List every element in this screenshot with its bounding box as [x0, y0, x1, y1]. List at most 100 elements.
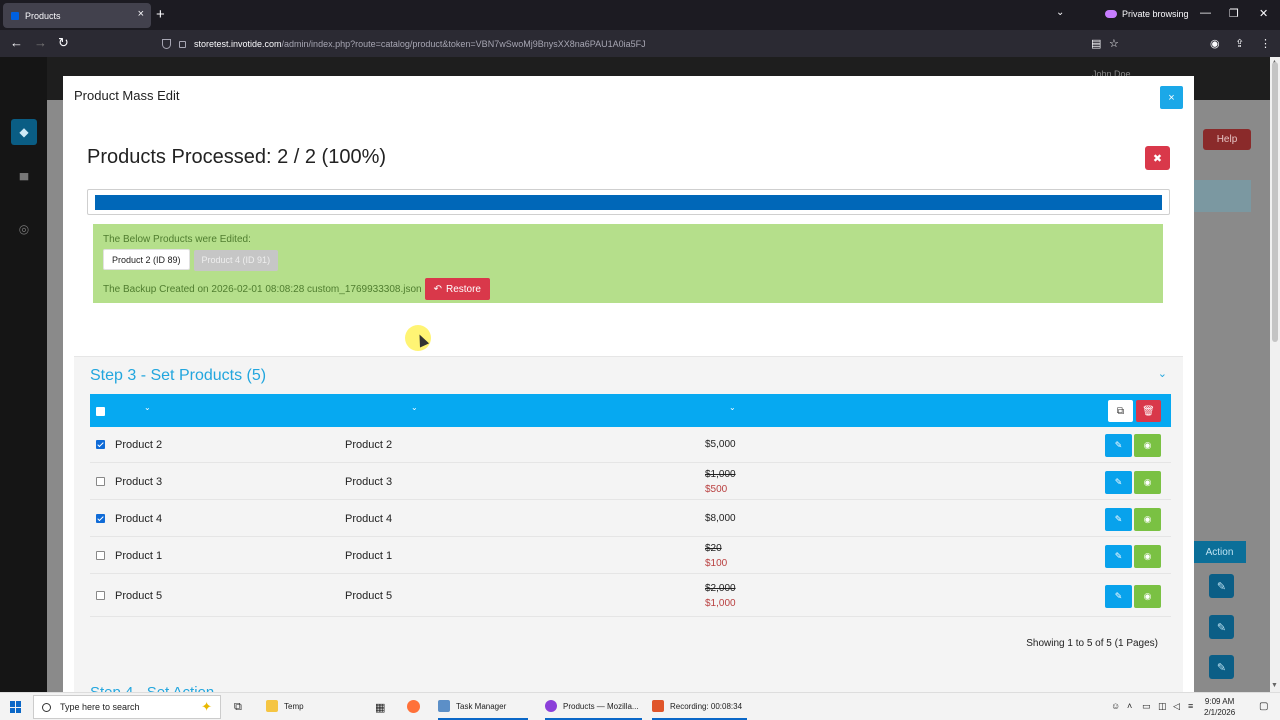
admin-sidebar: ◆ ▀ ◎: [0, 57, 47, 692]
copy-button[interactable]: ⧉: [1108, 400, 1133, 422]
product-name: Product 2: [115, 438, 163, 451]
bookmark-star-icon[interactable]: ☆: [1109, 37, 1119, 50]
eye-icon: ◉: [1143, 550, 1152, 561]
view-button[interactable]: ◉: [1134, 507, 1161, 531]
scroll-down-icon[interactable]: ▼: [1271, 682, 1278, 689]
bg-edit-icon[interactable]: ✎: [1209, 615, 1234, 639]
row-checkbox[interactable]: [96, 439, 105, 449]
edit-button[interactable]: ✎: [1105, 470, 1132, 494]
pencil-icon: ✎: [1114, 513, 1123, 524]
restore-window-button[interactable]: ❐: [1229, 7, 1239, 20]
taskbar-clock[interactable]: 9:09 AM 2/1/2026: [1204, 696, 1235, 718]
taskbar-task-manager[interactable]: Task Manager: [438, 700, 506, 712]
customers-handshake-icon[interactable]: ◎: [11, 216, 37, 242]
network-icon[interactable]: ◫: [1158, 701, 1167, 712]
restore-button[interactable]: ↶ Restore: [424, 278, 490, 300]
bg-edit-icon[interactable]: ✎: [1209, 655, 1234, 679]
sort-model-chevron-icon[interactable]: ⌄: [411, 403, 418, 412]
person-tray-icon[interactable]: ☺: [1111, 701, 1120, 711]
product-model: Product 1: [345, 549, 393, 562]
edit-button[interactable]: ✎: [1105, 584, 1132, 608]
view-button[interactable]: ◉: [1134, 544, 1161, 568]
view-button[interactable]: ◉: [1134, 470, 1161, 494]
clock-date: 2/1/2026: [1204, 708, 1236, 717]
row-checkbox[interactable]: [96, 476, 105, 486]
taskbar-folder-temp[interactable]: Temp: [266, 700, 304, 712]
modal-title: Product Mass Edit: [74, 88, 180, 103]
table-row: Product 5 Product 5 $2,000 $1,000 ✎ ◉: [90, 574, 1171, 617]
edit-button[interactable]: ✎: [1105, 433, 1132, 457]
product-model: Product 5: [345, 589, 393, 602]
cancel-process-button[interactable]: ✖: [1145, 146, 1170, 170]
taskbar-recording[interactable]: Recording: 00:08:34: [652, 700, 742, 712]
copy-icon: ⧉: [1116, 405, 1125, 417]
eye-icon: ◉: [1143, 476, 1152, 487]
restore-label: Restore: [445, 283, 481, 295]
catalog-tag-icon[interactable]: ◆: [11, 119, 37, 145]
step3-title[interactable]: Step 3 - Set Products (5): [90, 367, 266, 385]
modal-header: Product Mass Edit ×: [63, 76, 1194, 116]
extensions-icon[interactable]: ⇪: [1235, 37, 1244, 50]
windows-start-icon[interactable]: [10, 701, 22, 713]
chevron-up-icon[interactable]: ˄: [1127, 701, 1132, 711]
tab-list-chevron-icon[interactable]: ⌄: [1056, 7, 1064, 18]
step4-title[interactable]: Step 4 - Set Action: [90, 684, 214, 692]
tab-products[interactable]: Products ×: [3, 3, 151, 28]
taskbar-search[interactable]: Type here to search ✦: [33, 695, 221, 719]
scroll-thumb[interactable]: [1272, 62, 1278, 342]
sort-price-chevron-icon[interactable]: ⌄: [729, 403, 736, 412]
row-checkbox[interactable]: [96, 513, 105, 523]
close-window-button[interactable]: ✕: [1259, 7, 1268, 20]
task-view-icon[interactable]: ⧉: [234, 701, 242, 714]
collapse-chevron-icon[interactable]: ⌄: [1158, 367, 1167, 380]
backup-text: The Backup Created on 2026-02-01 08:08:2…: [103, 283, 422, 295]
product-model: Product 4: [345, 512, 393, 525]
private-browsing-label: Private browsing: [1122, 9, 1189, 19]
special-price: $1,000: [705, 597, 736, 609]
app-menu-icon[interactable]: ⋮: [1260, 37, 1271, 50]
edit-button[interactable]: ✎: [1105, 507, 1132, 531]
row-checkbox[interactable]: [96, 590, 105, 600]
taskbar-firefox-products[interactable]: Products — Mozilla...: [545, 700, 639, 712]
forward-button[interactable]: →: [34, 35, 47, 50]
view-button[interactable]: ◉: [1134, 433, 1161, 457]
eye-icon: ◉: [1143, 513, 1152, 524]
pencil-icon: ✎: [1114, 439, 1123, 450]
special-price: $500: [705, 483, 728, 495]
reader-view-icon[interactable]: ▤: [1091, 37, 1101, 50]
products-processed-heading: Products Processed: 2 / 2 (100%): [87, 146, 387, 168]
minimize-button[interactable]: —: [1200, 7, 1211, 19]
clapper-app-icon[interactable]: ▦: [375, 701, 385, 714]
modal-close-button[interactable]: ×: [1160, 86, 1183, 109]
lock-icon[interactable]: [179, 41, 186, 48]
language-icon[interactable]: ≡: [1188, 701, 1193, 711]
delete-button[interactable]: 🗑: [1136, 400, 1161, 422]
volume-icon[interactable]: ◁: [1173, 701, 1180, 712]
firefox-icon[interactable]: [407, 700, 420, 713]
page-scrollbar[interactable]: ▲ ▼: [1270, 57, 1280, 692]
select-all-checkbox[interactable]: [96, 407, 105, 416]
tracking-shield-icon[interactable]: [162, 38, 171, 49]
product-price: $20 $100: [705, 543, 727, 569]
product-name: Product 4: [115, 512, 163, 525]
row-checkbox[interactable]: [96, 550, 105, 560]
edited-product-chip[interactable]: Product 2 (ID 89): [103, 249, 190, 270]
view-button[interactable]: ◉: [1134, 584, 1161, 608]
edit-button[interactable]: ✎: [1105, 544, 1132, 568]
battery-icon[interactable]: ▭: [1142, 701, 1151, 712]
help-button[interactable]: Help: [1203, 129, 1251, 150]
sales-cart-icon[interactable]: ▀: [11, 167, 37, 193]
notifications-icon[interactable]: ▢: [1259, 701, 1268, 712]
table-row: Product 1 Product 1 $20 $100 ✎ ◉: [90, 537, 1171, 574]
back-button[interactable]: ←: [10, 35, 23, 50]
tab-close-icon[interactable]: ×: [138, 8, 144, 20]
bg-edit-icon[interactable]: ✎: [1209, 574, 1234, 598]
account-icon[interactable]: ◉: [1210, 37, 1220, 50]
step3-panel: Step 3 - Set Products (5) ⌄ ⌄ ⌄ ⌄ ⧉ 🗑 Pr…: [74, 356, 1183, 692]
url-bar[interactable]: storetest.invotide.com /admin/index.php?…: [152, 33, 1127, 54]
edited-product-chip[interactable]: Product 4 (ID 91): [193, 250, 279, 271]
new-tab-button[interactable]: +: [156, 6, 165, 23]
sort-name-chevron-icon[interactable]: ⌄: [144, 403, 151, 412]
reload-button[interactable]: ↻: [58, 35, 69, 51]
private-mask-icon: [1105, 10, 1117, 18]
